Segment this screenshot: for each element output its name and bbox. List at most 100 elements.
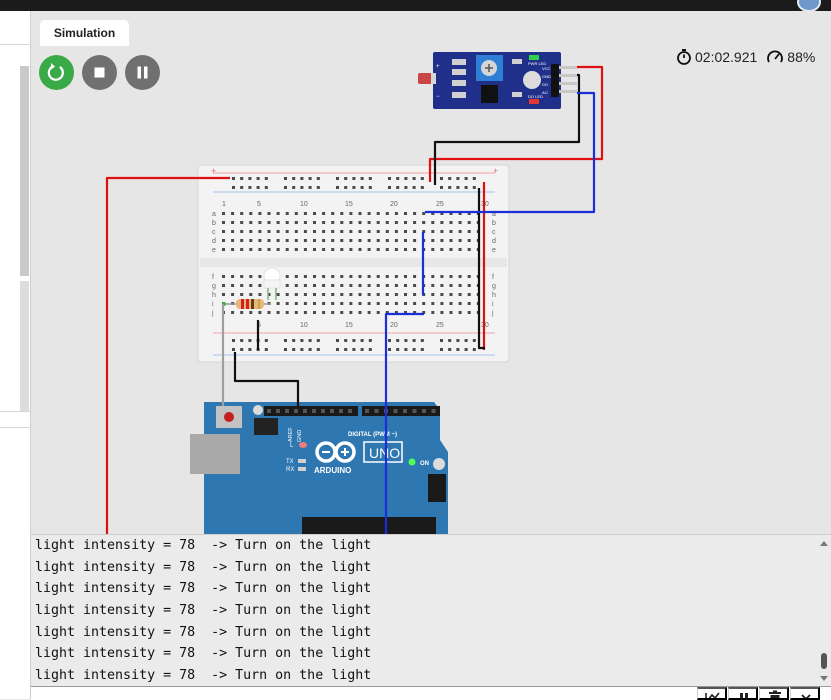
breadboard-hole <box>420 177 424 180</box>
serial-monitor[interactable]: light intensity = 78 -> Turn on the ligh… <box>31 534 831 687</box>
header-pin[interactable] <box>312 409 316 413</box>
breadboard-hole <box>340 302 344 305</box>
breadboard-hole <box>467 221 471 224</box>
header-pin[interactable] <box>403 409 407 413</box>
breadboard-hole <box>467 230 471 233</box>
breadboard-hole <box>294 221 298 224</box>
breadboard-hole <box>385 230 389 233</box>
pin-ao[interactable] <box>559 90 577 93</box>
breadboard-hole <box>413 221 417 224</box>
breadboard-hole <box>360 348 364 351</box>
breadboard-hole <box>448 177 452 180</box>
breadboard-hole <box>313 230 316 233</box>
breadboard-hole <box>349 239 353 242</box>
breadboard-hole <box>285 284 289 287</box>
breadboard-hole <box>248 186 252 189</box>
plotter-button[interactable] <box>697 687 727 700</box>
breadboard-hole <box>336 339 339 342</box>
breadboard-hole <box>458 284 462 287</box>
row-letter: h <box>212 292 216 299</box>
pin-label-gnd: GND <box>542 74 551 79</box>
scroll-down-arrow-icon[interactable] <box>820 676 828 681</box>
breadboard-hole <box>240 212 244 215</box>
header-pin[interactable] <box>267 409 271 413</box>
breadboard-hole <box>431 284 435 287</box>
breadboard-hole <box>222 275 225 278</box>
serial-pause-button[interactable] <box>728 687 758 700</box>
breadboard[interactable]: + + 1 5 10 15 20 25 30 5 10 15 20 25 30 … <box>197 164 510 363</box>
header-pin[interactable] <box>365 409 369 413</box>
collapse-button[interactable] <box>790 687 820 700</box>
breadboard-hole <box>264 177 268 180</box>
breadboard-hole <box>232 186 235 189</box>
scrollbar-thumb[interactable] <box>821 653 827 669</box>
arduino-uno[interactable]: AREF GND DIGITAL (PWM ~) TX RX L ON ARDU… <box>190 402 448 534</box>
breadboard-hole <box>240 239 244 242</box>
breadboard-hole <box>294 248 298 251</box>
breadboard-hole <box>313 293 316 296</box>
header-pin[interactable] <box>303 409 307 413</box>
breadboard-hole <box>376 311 380 314</box>
breadboard-hole <box>456 339 460 342</box>
row-letter: g <box>212 283 216 290</box>
light-sensor-module[interactable]: PWR LED DO LED VCC GND DO AO + − <box>418 52 577 109</box>
scroll-up-arrow-icon[interactable] <box>820 541 828 546</box>
breadboard-hole <box>385 248 389 251</box>
breadboard-hole <box>458 293 462 296</box>
breadboard-hole <box>396 177 400 180</box>
breadboard-hole <box>340 212 344 215</box>
pin-vcc[interactable] <box>559 66 577 69</box>
breadboard-hole <box>431 248 435 251</box>
breadboard-hole <box>449 284 453 287</box>
pin-do[interactable] <box>559 82 577 85</box>
stop-button[interactable] <box>82 55 117 90</box>
breadboard-hole <box>232 339 235 342</box>
breadboard-hole <box>258 230 262 233</box>
tab-simulation[interactable]: Simulation <box>40 20 129 46</box>
breadboard-hole <box>394 293 398 296</box>
serial-scrollbar[interactable] <box>817 535 831 687</box>
clear-button[interactable] <box>759 687 789 700</box>
header-pin[interactable] <box>393 409 398 413</box>
pause-button[interactable] <box>125 55 160 90</box>
breadboard-hole <box>285 212 289 215</box>
left-panel-scrollbar[interactable] <box>20 66 29 276</box>
header-pin[interactable] <box>412 409 417 413</box>
column-number: 5 <box>257 201 261 208</box>
breadboard-hole <box>303 221 307 224</box>
header-pin[interactable] <box>339 409 343 413</box>
header-pin[interactable] <box>431 409 436 413</box>
breadboard-hole <box>294 293 298 296</box>
header-pin[interactable] <box>422 409 426 413</box>
reset-button[interactable] <box>224 412 234 422</box>
breadboard-hole <box>352 339 356 342</box>
header-pin[interactable] <box>374 409 379 413</box>
header-pin[interactable] <box>348 409 352 413</box>
header-pin[interactable] <box>285 409 289 413</box>
breadboard-hole <box>340 221 344 224</box>
simulation-canvas[interactable]: + + 1 5 10 15 20 25 30 5 10 15 20 25 30 … <box>31 11 831 534</box>
header-pin[interactable] <box>276 409 280 413</box>
breadboard-hole <box>448 186 452 189</box>
breadboard-hole <box>467 239 471 242</box>
digital-header-right[interactable] <box>362 406 440 416</box>
breadboard-hole <box>404 284 407 287</box>
serial-input[interactable] <box>33 688 688 698</box>
breadboard-hole <box>358 230 362 233</box>
restart-button[interactable] <box>39 55 74 90</box>
breadboard-hole <box>222 248 225 251</box>
breadboard-hole <box>344 177 348 180</box>
pin-gnd[interactable] <box>559 74 577 77</box>
breadboard-hole <box>440 248 444 251</box>
breadboard-hole <box>464 339 468 342</box>
header-pin[interactable] <box>294 409 298 413</box>
breadboard-hole <box>394 230 398 233</box>
header-pin[interactable] <box>321 409 325 413</box>
smd-component <box>452 69 466 75</box>
header-pin[interactable] <box>330 409 334 413</box>
breadboard-hole <box>422 212 426 215</box>
breadboard-hole <box>249 212 253 215</box>
breadboard-hole <box>420 186 424 189</box>
serial-output-line: light intensity = 78 -> Turn on the ligh… <box>35 581 372 597</box>
pin-label-vcc: VCC <box>542 66 551 71</box>
